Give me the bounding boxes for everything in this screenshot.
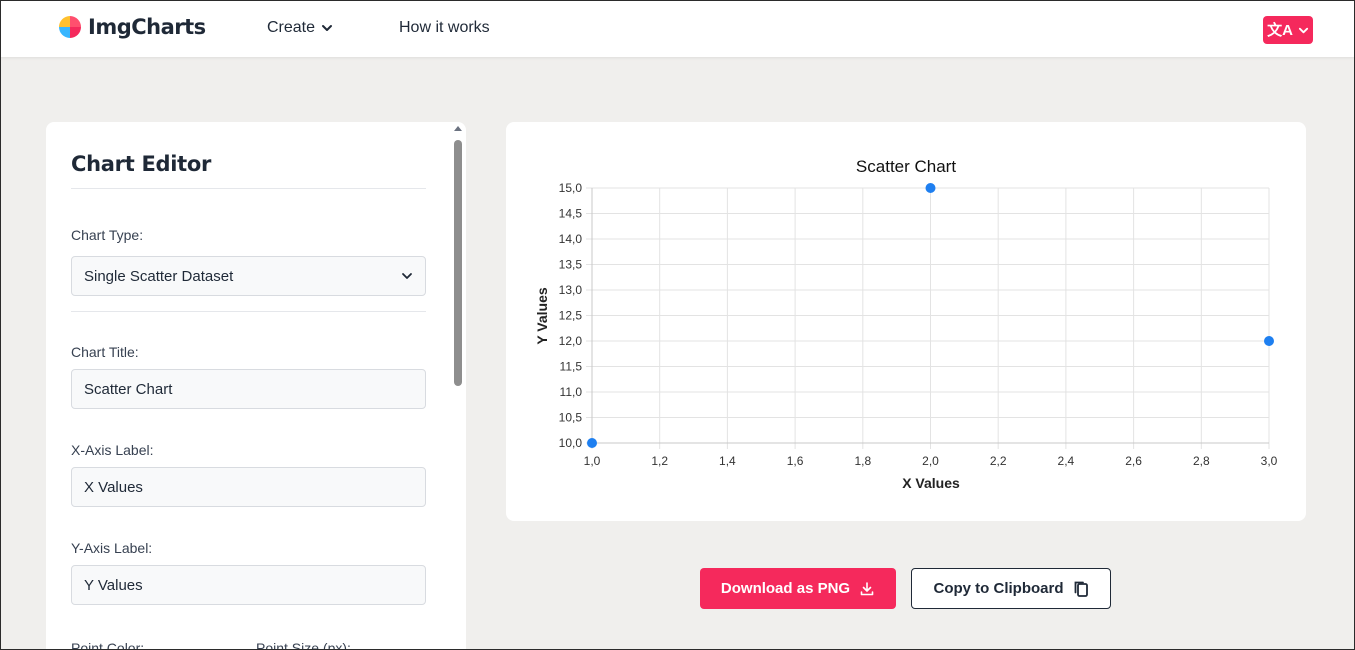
brand-name: ImgCharts [88, 15, 206, 39]
copy-icon [1074, 581, 1088, 597]
chevron-down-icon [322, 25, 333, 31]
language-button[interactable]: 文A [1263, 16, 1313, 44]
y-tick-label: 11,5 [560, 360, 583, 374]
y-axis-label-value: Y Values [84, 576, 143, 594]
x-axis-label-value: X Values [84, 478, 143, 496]
x-tick-label: 2,8 [1193, 454, 1210, 468]
y-tick-label: 15,0 [559, 181, 583, 195]
x-tick-label: 2,0 [922, 454, 939, 468]
y-tick-label: 10,5 [559, 411, 583, 425]
scatter-chart: 1,0 1,2 1,4 1,6 1,8 2,0 2,2 2,4 2,6 2,8 3,0 10,0 10,… [534, 157, 1278, 491]
x-tick-label: 1,6 [787, 454, 804, 468]
x-axis-label-label: X-Axis Label: [71, 442, 154, 458]
divider [71, 188, 426, 189]
copy-to-clipboard-button[interactable]: Copy to Clipboard [911, 568, 1111, 609]
x-tick-label: 1,2 [651, 454, 668, 468]
scrollbar-thumb[interactable] [454, 140, 462, 386]
x-tick-label: 1,4 [719, 454, 736, 468]
y-tick-label: 10,0 [559, 436, 583, 450]
pie-logo-icon [59, 16, 81, 38]
chart-title-value: Scatter Chart [84, 380, 173, 398]
editor-scrollbar[interactable] [452, 124, 464, 650]
download-button-label: Download as PNG [720, 580, 851, 597]
y-tick-label: 13,0 [559, 283, 583, 297]
divider [71, 311, 426, 312]
copy-button-label: Copy to Clipboard [933, 580, 1064, 597]
download-png-button[interactable]: Download as PNG [700, 568, 896, 609]
chart-type-value: Single Scatter Dataset [84, 267, 234, 285]
brand-logo[interactable]: ImgCharts [58, 15, 206, 39]
point-color-label: Point Color: [71, 640, 145, 650]
scroll-up-arrow-icon[interactable] [454, 126, 462, 131]
y-tick-label: 14,0 [559, 232, 583, 246]
y-tick-label: 12,0 [559, 334, 583, 348]
x-axis-title: X Values [902, 475, 960, 491]
chart-title: Scatter Chart [856, 157, 956, 176]
chart-type-select[interactable]: Single Scatter Dataset [71, 256, 426, 296]
nav-create-menu[interactable]: Create [267, 19, 333, 37]
download-icon [860, 581, 874, 595]
chart-title-input[interactable]: Scatter Chart [71, 369, 426, 409]
x-tick-label: 1,0 [584, 454, 601, 468]
x-tick-label: 2,4 [1058, 454, 1075, 468]
point-size-label: Point Size (px): [256, 640, 351, 650]
chart-title-label: Chart Title: [71, 344, 139, 360]
y-tick-label: 13,5 [559, 258, 583, 272]
translate-icon: 文A [1267, 21, 1293, 39]
scatter-point [587, 438, 597, 448]
scatter-point [1264, 336, 1274, 346]
chevron-down-icon [402, 273, 412, 279]
chart-preview-card: 1,0 1,2 1,4 1,6 1,8 2,0 2,2 2,4 2,6 2,8 3,0 10,0 10,… [506, 122, 1306, 521]
y-tick-label: 12,5 [559, 309, 583, 323]
chart-type-label: Chart Type: [71, 227, 144, 243]
x-axis-label-input[interactable]: X Values [71, 467, 426, 507]
scatter-point [925, 183, 936, 193]
chevron-down-icon [1298, 27, 1309, 33]
editor-title: Chart Editor [71, 152, 212, 176]
x-tick-label: 3,0 [1261, 454, 1278, 468]
top-header: ImgCharts Create How it works 文A [0, 0, 1355, 57]
y-axis-label-label: Y-Axis Label: [71, 540, 153, 556]
chart-editor-panel: Chart Editor Chart Type: Single Scatter … [46, 122, 466, 650]
nav-create-label: Create [267, 19, 316, 36]
y-axis-title: Y Values [534, 287, 550, 345]
y-tick-label: 11,0 [560, 385, 583, 399]
y-tick-label: 14,5 [559, 207, 583, 221]
x-tick-label: 2,6 [1125, 454, 1142, 468]
x-tick-label: 1,8 [854, 454, 871, 468]
x-tick-label: 2,2 [990, 454, 1007, 468]
nav-how-it-works[interactable]: How it works [399, 19, 490, 37]
y-axis-label-input[interactable]: Y Values [71, 565, 426, 605]
